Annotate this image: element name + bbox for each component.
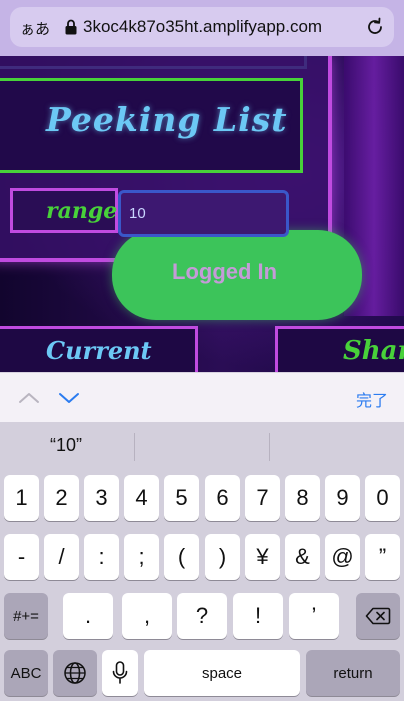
key-apostrophe[interactable]: ’	[289, 593, 339, 639]
key-comma[interactable]: ,	[122, 593, 172, 639]
key-colon[interactable]: :	[84, 534, 119, 580]
key-6[interactable]: 6	[205, 475, 240, 521]
suggestion-bar: “10”	[0, 422, 404, 472]
key-9[interactable]: 9	[325, 475, 360, 521]
key-4[interactable]: 4	[124, 475, 159, 521]
web-page: Peeking List Logged In range Current Sha…	[0, 56, 404, 372]
range-input[interactable]	[118, 190, 289, 237]
dictation-key[interactable]	[102, 650, 138, 696]
key-5[interactable]: 5	[164, 475, 199, 521]
globe-key[interactable]	[53, 650, 97, 696]
done-button[interactable]: 完了	[356, 387, 388, 411]
key-0[interactable]: 0	[365, 475, 400, 521]
reload-icon[interactable]	[364, 16, 386, 38]
page-title: Peeking List	[46, 100, 288, 139]
key-exclamation[interactable]: !	[233, 593, 283, 639]
range-label: range	[46, 198, 118, 224]
keyboard: “10” 1 2 3 4 5 6 7 8 9 0 - / : ; ( ) ¥ &…	[0, 422, 404, 701]
form-accessory-bar: 完了	[0, 372, 404, 423]
delete-key[interactable]	[356, 593, 400, 639]
abc-key[interactable]: ABC	[4, 650, 48, 696]
shift-symbols-key[interactable]: #+=	[4, 593, 48, 639]
backspace-icon	[365, 607, 391, 625]
space-key[interactable]: space	[144, 650, 300, 696]
key-semicolon[interactable]: ;	[124, 534, 159, 580]
suggestion-item[interactable]: “10”	[50, 435, 82, 456]
key-quote[interactable]: ”	[365, 534, 400, 580]
key-slash[interactable]: /	[44, 534, 79, 580]
logged-in-label: Logged In	[172, 259, 278, 284]
chevron-down-icon[interactable]	[58, 387, 80, 409]
key-open-paren[interactable]: (	[164, 534, 199, 580]
key-period[interactable]: .	[63, 593, 113, 639]
share-label: Shar	[343, 336, 404, 366]
text-size-button[interactable]: ぁあ	[20, 18, 50, 39]
key-3[interactable]: 3	[84, 475, 119, 521]
address-bar[interactable]: ぁあ 3koc4k87o35ht.amplifyapp.com	[10, 7, 394, 47]
key-2[interactable]: 2	[44, 475, 79, 521]
key-question[interactable]: ?	[177, 593, 227, 639]
key-yen[interactable]: ¥	[245, 534, 280, 580]
key-7[interactable]: 7	[245, 475, 280, 521]
suggestion-divider	[269, 433, 270, 461]
suggestion-divider	[134, 433, 135, 461]
chevron-up-icon[interactable]	[18, 387, 40, 409]
globe-icon	[64, 662, 86, 684]
key-at[interactable]: @	[325, 534, 360, 580]
current-label: Current	[46, 336, 152, 365]
return-key[interactable]: return	[306, 650, 400, 696]
key-hyphen[interactable]: -	[4, 534, 39, 580]
microphone-icon	[112, 661, 128, 684]
key-close-paren[interactable]: )	[205, 534, 240, 580]
lock-icon	[65, 19, 77, 35]
key-1[interactable]: 1	[4, 475, 39, 521]
key-8[interactable]: 8	[285, 475, 320, 521]
url-text[interactable]: 3koc4k87o35ht.amplifyapp.com	[83, 17, 322, 37]
browser-toolbar: ぁあ 3koc4k87o35ht.amplifyapp.com	[0, 0, 404, 56]
key-ampersand[interactable]: &	[285, 534, 320, 580]
